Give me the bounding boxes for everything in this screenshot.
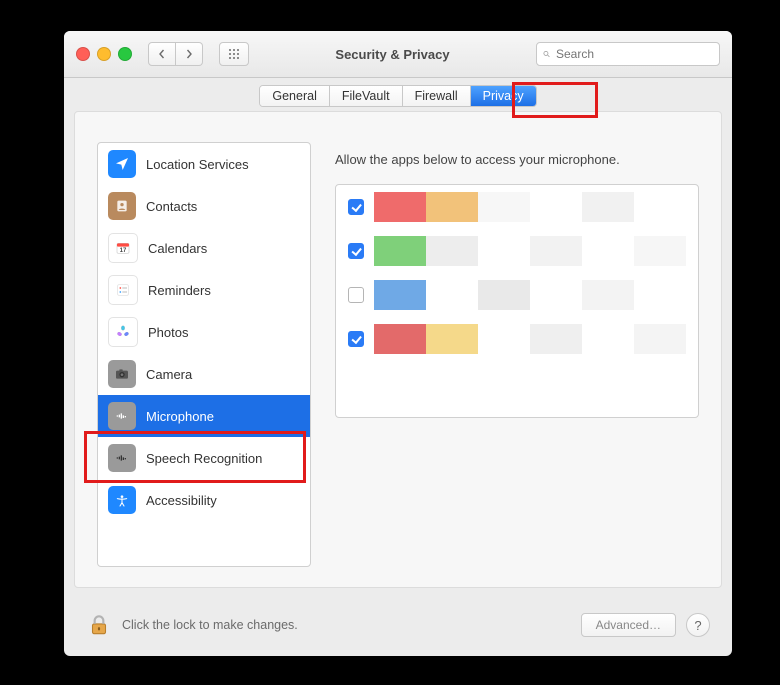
- chevron-right-icon: [184, 49, 194, 59]
- category-label: Contacts: [146, 199, 197, 214]
- zoom-button[interactable]: [118, 47, 132, 61]
- app-permission-checkbox[interactable]: [348, 243, 364, 259]
- app-row: [336, 317, 698, 361]
- advanced-button[interactable]: Advanced…: [581, 613, 676, 637]
- tabs: GeneralFileVaultFirewallPrivacy: [64, 85, 732, 107]
- app-permission-checkbox[interactable]: [348, 331, 364, 347]
- search-field[interactable]: [536, 42, 720, 66]
- window-controls: [76, 47, 132, 61]
- app-permission-checkbox[interactable]: [348, 287, 364, 303]
- category-camera[interactable]: Camera: [98, 353, 310, 395]
- close-button[interactable]: [76, 47, 90, 61]
- microphone-icon: [108, 444, 136, 472]
- category-label: Photos: [148, 325, 188, 340]
- app-permission-list: [335, 184, 699, 418]
- window-title: Security & Privacy: [257, 47, 528, 62]
- category-label: Camera: [146, 367, 192, 382]
- svg-text:17: 17: [120, 248, 127, 254]
- tab-filevault[interactable]: FileVault: [330, 86, 403, 106]
- tab-firewall[interactable]: Firewall: [403, 86, 471, 106]
- app-permission-checkbox[interactable]: [348, 199, 364, 215]
- footer: Click the lock to make changes. Advanced…: [64, 594, 732, 656]
- category-photos[interactable]: Photos: [98, 311, 310, 353]
- microphone-icon: [108, 402, 136, 430]
- reminders-icon: [108, 275, 138, 305]
- search-icon: [543, 48, 550, 60]
- app-row: [336, 185, 698, 229]
- tab-general[interactable]: General: [260, 86, 329, 106]
- photos-icon: [108, 317, 138, 347]
- show-all-button[interactable]: [219, 42, 249, 66]
- app-name-redacted: [374, 324, 686, 354]
- category-label: Accessibility: [146, 493, 217, 508]
- category-label: Calendars: [148, 241, 207, 256]
- app-name-redacted: [374, 236, 686, 266]
- lock-icon[interactable]: [86, 612, 112, 638]
- location-icon: [108, 150, 136, 178]
- minimize-button[interactable]: [97, 47, 111, 61]
- app-row: [336, 273, 698, 317]
- category-location-services[interactable]: Location Services: [98, 143, 310, 185]
- app-name-redacted: [374, 192, 686, 222]
- chevron-left-icon: [157, 49, 167, 59]
- help-button[interactable]: ?: [686, 613, 710, 637]
- nav-buttons: [148, 42, 203, 66]
- lock-hint-text: Click the lock to make changes.: [122, 618, 298, 632]
- panel-heading: Allow the apps below to access your micr…: [335, 152, 699, 167]
- grid-icon: [228, 48, 240, 60]
- accessibility-icon: [108, 486, 136, 514]
- category-label: Location Services: [146, 157, 249, 172]
- privacy-category-list: Location Services Contacts 17 Calendars Remi…: [97, 142, 311, 567]
- contacts-icon: [108, 192, 136, 220]
- camera-icon: [108, 360, 136, 388]
- forward-button[interactable]: [176, 42, 203, 66]
- content-panel: Location Services Contacts 17 Calendars Remi…: [74, 111, 722, 588]
- preferences-window: Security & Privacy GeneralFileVaultFirew…: [64, 31, 732, 656]
- app-name-redacted: [374, 280, 686, 310]
- category-label: Reminders: [148, 283, 211, 298]
- titlebar: Security & Privacy: [64, 31, 732, 78]
- back-button[interactable]: [148, 42, 176, 66]
- category-reminders[interactable]: Reminders: [98, 269, 310, 311]
- category-contacts[interactable]: Contacts: [98, 185, 310, 227]
- calendar-icon: 17: [108, 233, 138, 263]
- category-label: Speech Recognition: [146, 451, 262, 466]
- search-input[interactable]: [554, 46, 713, 62]
- category-speech-recognition[interactable]: Speech Recognition: [98, 437, 310, 479]
- category-label: Microphone: [146, 409, 214, 424]
- app-row: [336, 229, 698, 273]
- category-calendars[interactable]: 17 Calendars: [98, 227, 310, 269]
- category-accessibility[interactable]: Accessibility: [98, 479, 310, 521]
- category-microphone[interactable]: Microphone: [98, 395, 310, 437]
- tab-privacy[interactable]: Privacy: [471, 86, 536, 106]
